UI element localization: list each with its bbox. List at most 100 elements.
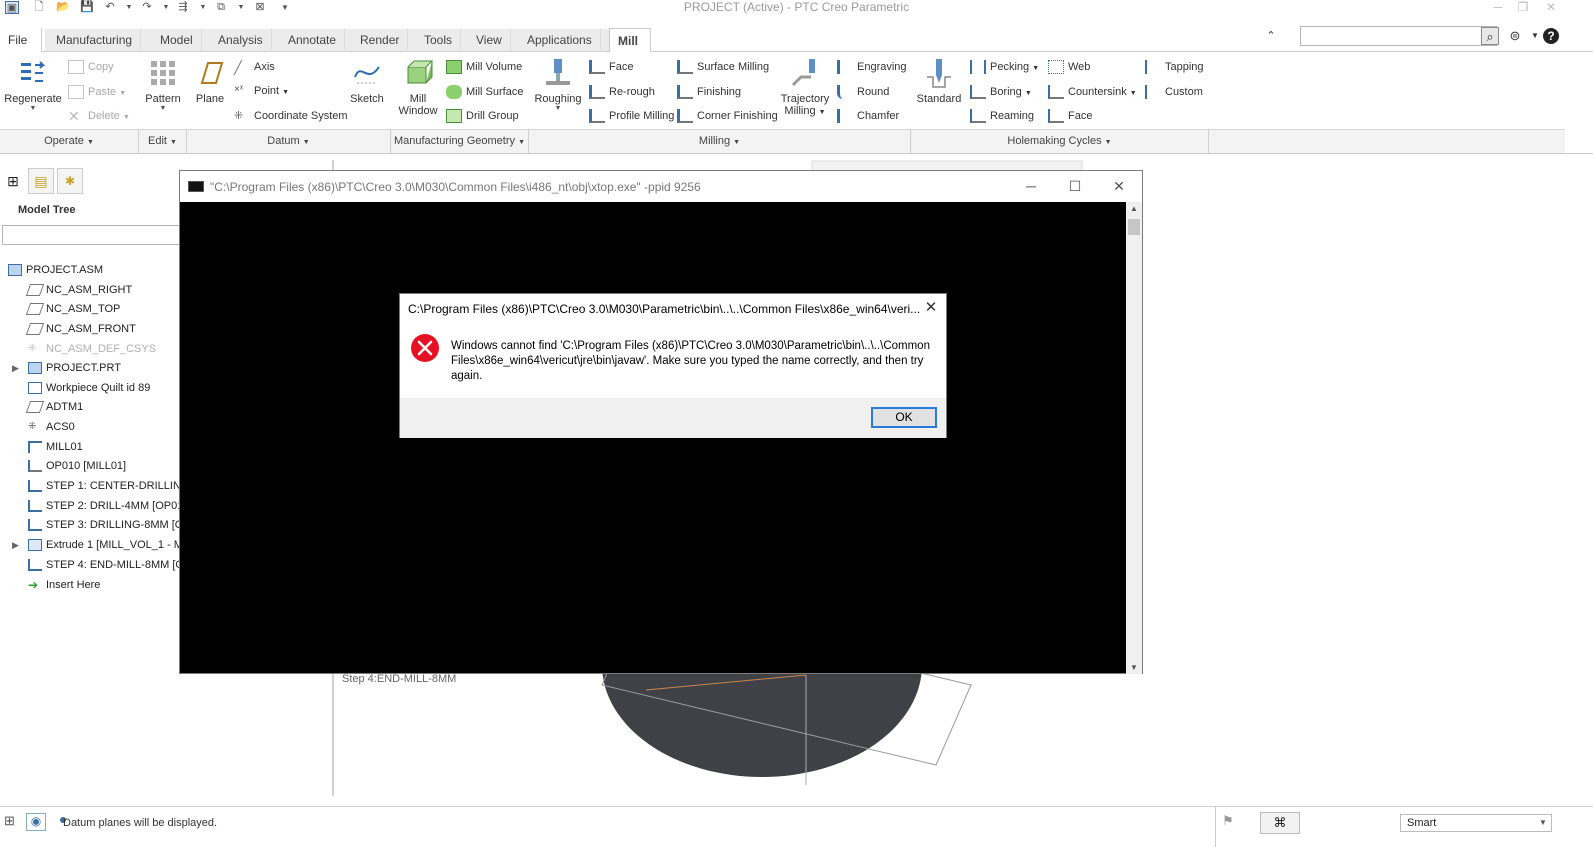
mill-volume-button[interactable]: Mill Volume: [446, 60, 522, 74]
roughing-button[interactable]: Roughing ▼: [534, 57, 582, 112]
ok-button[interactable]: OK: [871, 407, 937, 428]
face-hole-button[interactable]: Face: [1048, 109, 1092, 123]
tab-applications[interactable]: Applications: [519, 28, 601, 52]
tree-item-mill01[interactable]: MILL01: [28, 438, 83, 456]
mill-window-button[interactable]: Mill Window: [398, 57, 438, 117]
countersink-button[interactable]: Countersink ▼: [1048, 85, 1137, 99]
console-close-icon[interactable]: ✕: [1104, 177, 1134, 197]
console-scrollbar[interactable]: ▲ ▼: [1126, 202, 1142, 674]
surface-milling-button[interactable]: Surface Milling: [677, 60, 769, 74]
tree-item-nc-asm-front[interactable]: NC_ASM_FRONT: [25, 320, 136, 338]
sketch-button[interactable]: Sketch: [347, 57, 387, 105]
tree-item-nc-asm-right[interactable]: NC_ASM_RIGHT: [25, 281, 132, 299]
tree-item-project-asm[interactable]: PROJECT.ASM: [8, 261, 103, 279]
tree-item-step-3[interactable]: STEP 3: DRILLING-8MM [OP0: [28, 516, 197, 534]
group-milling[interactable]: Milling ▼: [529, 129, 911, 153]
search-input[interactable]: [1300, 26, 1497, 46]
mill-surface-button[interactable]: Mill Surface: [446, 85, 523, 99]
pattern-button[interactable]: Pattern ▼: [142, 57, 184, 112]
tab-file[interactable]: File ▼: [0, 28, 42, 70]
scroll-down-icon[interactable]: ▼: [1130, 663, 1138, 672]
engraving-button[interactable]: Engraving: [837, 60, 907, 74]
expand-extrude-1-icon[interactable]: ▶: [12, 540, 19, 551]
tab-annotate[interactable]: Annotate: [280, 28, 346, 52]
tab-analysis[interactable]: Analysis: [210, 28, 272, 52]
model-tree-tab-icon[interactable]: ⊞: [0, 168, 26, 194]
tree-item-op010[interactable]: OP010 [MILL01]: [28, 457, 126, 475]
selection-filter-dropdown-icon[interactable]: ▼: [1539, 818, 1547, 827]
round-icon: [837, 85, 853, 99]
tree-item-step-1[interactable]: STEP 1: CENTER-DRILLING [: [28, 477, 196, 495]
delete-button[interactable]: ✕ Delete ▼: [68, 109, 130, 123]
search-icon[interactable]: ⌕: [1481, 27, 1499, 45]
standard-drill-button[interactable]: Standard: [916, 57, 962, 105]
tree-item-adtm1[interactable]: ADTM1: [25, 398, 83, 416]
model-tree-filter-input[interactable]: [2, 225, 187, 245]
custom-button[interactable]: Custom: [1145, 85, 1203, 99]
paste-button[interactable]: Paste ▼: [68, 85, 126, 99]
tree-item-insert-here[interactable]: ➔ Insert Here: [28, 576, 100, 594]
tree-item-label: MILL01: [46, 441, 83, 453]
point-button[interactable]: ×ˣ Point ▼: [234, 84, 289, 98]
close-icon[interactable]: ✕: [1540, 0, 1562, 14]
drill-group-button[interactable]: Drill Group: [446, 109, 519, 123]
face-milling-button[interactable]: Face: [589, 60, 633, 74]
tapping-button[interactable]: Tapping: [1145, 60, 1204, 74]
navigator-toggle-icon[interactable]: ⊞: [4, 813, 22, 831]
browser-toggle-icon[interactable]: ◉: [26, 813, 46, 831]
tab-model[interactable]: Model: [152, 28, 202, 52]
profile-milling-button[interactable]: Profile Milling: [589, 109, 674, 123]
copy-button[interactable]: Copy: [68, 60, 114, 74]
trajectory-milling-button[interactable]: Trajectory Milling ▼: [778, 57, 832, 117]
group-operate[interactable]: Operate ▼: [0, 129, 139, 153]
axis-button[interactable]: ╱ Axis: [234, 60, 275, 75]
tab-mill[interactable]: Mill: [609, 28, 651, 53]
chamfer-button[interactable]: Chamfer: [837, 109, 899, 123]
tree-item-step-4[interactable]: STEP 4: END-MILL-8MM [OP0: [28, 556, 197, 574]
corner-finishing-button[interactable]: Corner Finishing: [677, 109, 778, 123]
tree-item-step-2[interactable]: STEP 2: DRILL-4MM [OP010]: [28, 497, 193, 515]
group-manufacturing-geometry[interactable]: Manufacturing Geometry ▼: [391, 129, 529, 153]
tree-item-nc-asm-def-csys[interactable]: ⁜ NC_ASM_DEF_CSYS: [28, 340, 156, 358]
round-button[interactable]: Round: [837, 85, 889, 99]
boring-button[interactable]: Boring ▼: [970, 85, 1032, 99]
group-holemaking[interactable]: Holemaking Cycles ▼: [911, 129, 1209, 153]
rerough-button[interactable]: Re-rough: [589, 85, 655, 99]
coordinate-system-button[interactable]: ⁜ Coordinate System: [234, 109, 348, 123]
group-datum[interactable]: Datum ▼: [187, 129, 391, 153]
finishing-button[interactable]: Finishing: [677, 85, 741, 99]
community-icon[interactable]: ⊜: [1506, 27, 1524, 45]
minimize-icon[interactable]: ─: [1487, 0, 1509, 14]
web-button[interactable]: Web: [1048, 60, 1090, 74]
plane-button[interactable]: Plane: [192, 57, 228, 105]
tree-item-workpiece-quilt[interactable]: Workpiece Quilt id 89: [28, 379, 150, 397]
dialog-close-icon[interactable]: ✕: [922, 299, 940, 317]
find-binoculars-icon[interactable]: ⌘: [1260, 812, 1300, 834]
tab-manufacturing[interactable]: Manufacturing: [48, 28, 142, 52]
tab-view[interactable]: View: [468, 28, 511, 52]
flag-icon[interactable]: ⚑: [1222, 813, 1234, 829]
scroll-up-icon[interactable]: ▲: [1130, 204, 1138, 213]
tab-render[interactable]: Render: [352, 28, 409, 52]
tree-item-project-prt[interactable]: PROJECT.PRT: [28, 359, 121, 377]
selection-filter-select[interactable]: Smart: [1400, 814, 1552, 832]
console-scroll-thumb[interactable]: [1128, 219, 1140, 235]
community-dropdown-icon[interactable]: ▼: [1526, 27, 1544, 45]
folder-browser-tab-icon[interactable]: ▤: [28, 168, 54, 194]
tab-tools[interactable]: Tools: [416, 28, 462, 52]
minimize-ribbon-icon[interactable]: ⌃: [1262, 27, 1280, 45]
help-icon[interactable]: ?: [1543, 28, 1559, 44]
favorites-tab-icon[interactable]: ✱: [57, 168, 83, 194]
console-title-bar[interactable]: "C:\Program Files (x86)\PTC\Creo 3.0\M03…: [180, 171, 1142, 202]
console-maximize-icon[interactable]: ☐: [1060, 177, 1090, 197]
regenerate-button[interactable]: Regenerate ▼: [4, 57, 62, 112]
group-edit[interactable]: Edit ▼: [139, 129, 187, 153]
reaming-button[interactable]: Reaming: [970, 109, 1034, 123]
tree-item-extrude-1[interactable]: Extrude 1 [MILL_VOL_1 - MI: [28, 536, 186, 554]
tree-item-acs0[interactable]: ⁜ ACS0: [28, 418, 75, 436]
expand-project-prt-icon[interactable]: ▶: [12, 363, 19, 374]
pecking-button[interactable]: Pecking ▼: [970, 60, 1039, 74]
console-minimize-icon[interactable]: ─: [1016, 177, 1046, 197]
tree-item-nc-asm-top[interactable]: NC_ASM_TOP: [25, 300, 120, 318]
restore-icon[interactable]: ❐: [1512, 0, 1534, 14]
